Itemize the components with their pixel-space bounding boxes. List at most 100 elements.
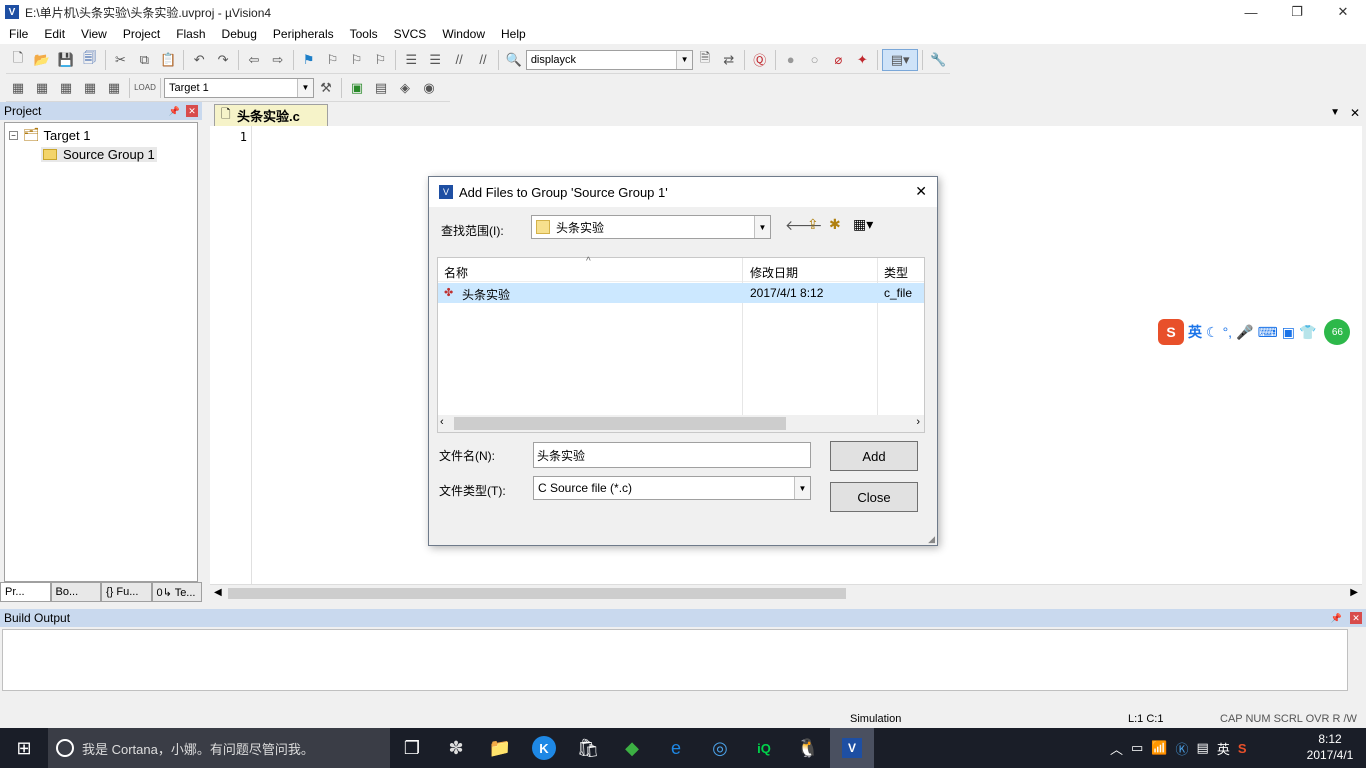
save-all-icon[interactable]: 🗐 (79, 49, 101, 71)
tree-item-source-group[interactable]: Source Group 1 (41, 147, 157, 162)
bookmark-prev-icon[interactable]: ⚐ (322, 49, 344, 71)
chevron-down-icon[interactable]: ▼ (676, 50, 693, 69)
menu-flash[interactable]: Flash (167, 27, 212, 41)
paste-icon[interactable]: 📋 (157, 49, 179, 71)
tab-templates[interactable]: 0↳ Te... (151, 582, 202, 602)
filename-input[interactable]: 头条实验 (533, 442, 811, 468)
wifi-icon[interactable]: 📶 (1151, 740, 1167, 756)
undo-icon[interactable]: ↶ (188, 49, 210, 71)
chevron-down-icon[interactable]: ▼ (794, 477, 810, 499)
dialog-close-icon[interactable]: ✕ (915, 183, 927, 200)
tray-ime-lang[interactable]: 英 (1217, 739, 1230, 758)
skin-icon[interactable]: 👕 (1299, 324, 1316, 341)
scroll-left-icon[interactable]: ◀ (214, 587, 222, 598)
file-explorer-icon[interactable]: 📁 (478, 728, 522, 768)
menu-tools[interactable]: Tools (341, 27, 385, 41)
kugou-tray-icon[interactable]: Ⓚ (1176, 739, 1189, 758)
menu-file[interactable]: File (0, 27, 35, 41)
tab-project[interactable]: Pr... (0, 582, 51, 602)
scrollbar-thumb[interactable] (454, 417, 786, 430)
sogou-logo-icon[interactable]: S (1158, 319, 1184, 345)
manage-rte-icon[interactable]: ◈ (394, 77, 416, 99)
col-name[interactable]: 名称 (444, 264, 468, 281)
menu-window[interactable]: Window (433, 27, 492, 41)
tree-item-target[interactable]: 🗂 Target 1 (23, 127, 91, 143)
scrollbar-thumb[interactable] (228, 588, 846, 599)
store-icon[interactable]: 🛍 (566, 728, 610, 768)
collapse-toggle[interactable]: − (9, 131, 18, 140)
editor-menu-arrow[interactable]: ▼ (1330, 107, 1340, 118)
edge-icon[interactable]: e (654, 728, 698, 768)
task-view-icon[interactable]: ❐ (390, 728, 434, 768)
iqiyi-icon[interactable]: iQ (742, 728, 786, 768)
uvision-taskbar-icon[interactable]: V (830, 728, 874, 768)
breakpoint-kill-icon[interactable]: ⌀ (827, 49, 849, 71)
lookin-combo[interactable]: 头条实验 ▼ (531, 215, 771, 239)
menu-svcs[interactable]: SVCS (385, 27, 434, 41)
menu-view[interactable]: View (72, 27, 114, 41)
notification-icon[interactable]: ▤ (1197, 740, 1209, 756)
resize-grip-icon[interactable]: ◢ (928, 534, 935, 545)
menu-project[interactable]: Project (114, 27, 167, 41)
file-row[interactable]: ✤ 头条实验 2017/4/1 8:12 c_file (438, 283, 924, 303)
bookmark-next-icon[interactable]: ⚐ (346, 49, 368, 71)
find-combo[interactable]: displayck ▼ (525, 49, 694, 70)
green-app-icon[interactable]: ◆ (610, 728, 654, 768)
add-button[interactable]: Add (830, 441, 918, 471)
new-file-icon[interactable]: 🗋 (7, 49, 29, 71)
build-icon[interactable]: ▦ (31, 77, 53, 99)
download-icon[interactable]: LOAD (134, 77, 156, 99)
rebuild-icon[interactable]: ▦ (55, 77, 77, 99)
breakpoint-disable-icon[interactable]: ○ (804, 49, 826, 71)
microphone-icon[interactable]: 🎤 (1236, 324, 1253, 341)
copy-icon[interactable]: ⧉ (133, 49, 155, 71)
clock[interactable]: 8:12 2017/4/1 (1300, 731, 1360, 763)
new-folder-icon[interactable]: ✱ (829, 216, 841, 233)
debug-session-icon[interactable]: Ⓠ (749, 49, 771, 71)
editor-tab[interactable]: 🗋 头条实验.c (214, 104, 328, 126)
col-date[interactable]: 修改日期 (750, 264, 798, 281)
toolbox-icon[interactable]: ▣ (1282, 324, 1295, 341)
nav-forward-icon[interactable]: ⇨ (267, 49, 289, 71)
cortana-search[interactable]: 我是 Cortana，小娜。有问题尽管问我。 (48, 728, 390, 768)
breakpoint-icon[interactable]: ● (780, 49, 802, 71)
pin-icon[interactable]: 📌 (1331, 613, 1342, 624)
sogou-tray-icon[interactable]: S (1238, 741, 1247, 756)
select-packs-icon[interactable]: ▤ (370, 77, 392, 99)
filetype-select[interactable]: C Source file (*.c) ▼ (533, 476, 811, 500)
sogou-browser-icon[interactable]: ◎ (698, 728, 742, 768)
close-icon[interactable]: ✕ (1350, 612, 1362, 624)
windows-start-icon[interactable]: ⊞ (0, 728, 48, 768)
manage-components-icon[interactable]: ▣ (346, 77, 368, 99)
minimize-button[interactable]: — (1228, 0, 1274, 24)
editor-close-icon[interactable]: ✕ (1350, 106, 1360, 120)
target-combo[interactable]: Target 1 ▼ (164, 77, 314, 98)
close-icon[interactable]: ✕ (186, 105, 198, 117)
editor-hscrollbar[interactable]: ◀ ▶ (210, 584, 1362, 601)
build-output-vscrollbar[interactable] (1348, 629, 1364, 705)
build-output-text[interactable] (2, 629, 1348, 691)
qq-icon[interactable]: 🐧 (786, 728, 830, 768)
translate-icon[interactable]: ▦ (7, 77, 29, 99)
punctuation-icon[interactable]: °, (1223, 324, 1233, 340)
menu-debug[interactable]: Debug (213, 27, 264, 41)
menu-peripherals[interactable]: Peripherals (264, 27, 341, 41)
window-layout-icon[interactable]: ▤▾ (882, 48, 919, 71)
menu-edit[interactable]: Edit (35, 27, 72, 41)
pinwheel-app-icon[interactable]: ✽ (434, 728, 478, 768)
battery-icon[interactable]: ▭ (1131, 740, 1143, 756)
tray-chevron-up-icon[interactable]: ︿ (1110, 739, 1123, 758)
replace-icon[interactable]: ⇄ (718, 49, 740, 71)
tab-books[interactable]: Bo... (50, 582, 101, 602)
menu-help[interactable]: Help (492, 27, 533, 41)
tab-functions[interactable]: {} Fu... (101, 582, 152, 602)
comment-icon[interactable]: // (448, 49, 470, 71)
ime-lang-toggle[interactable]: 英 (1188, 322, 1202, 342)
redo-icon[interactable]: ↷ (212, 49, 234, 71)
restore-button[interactable]: ❐ (1274, 0, 1320, 24)
chevron-down-icon[interactable]: ▼ (754, 216, 770, 238)
scroll-left-icon[interactable]: ‹ (440, 416, 444, 428)
bookmark-clear-icon[interactable]: ⚐ (369, 49, 391, 71)
view-menu-icon[interactable]: ▦▾ (853, 216, 873, 233)
scroll-right-icon[interactable]: › (916, 416, 920, 428)
